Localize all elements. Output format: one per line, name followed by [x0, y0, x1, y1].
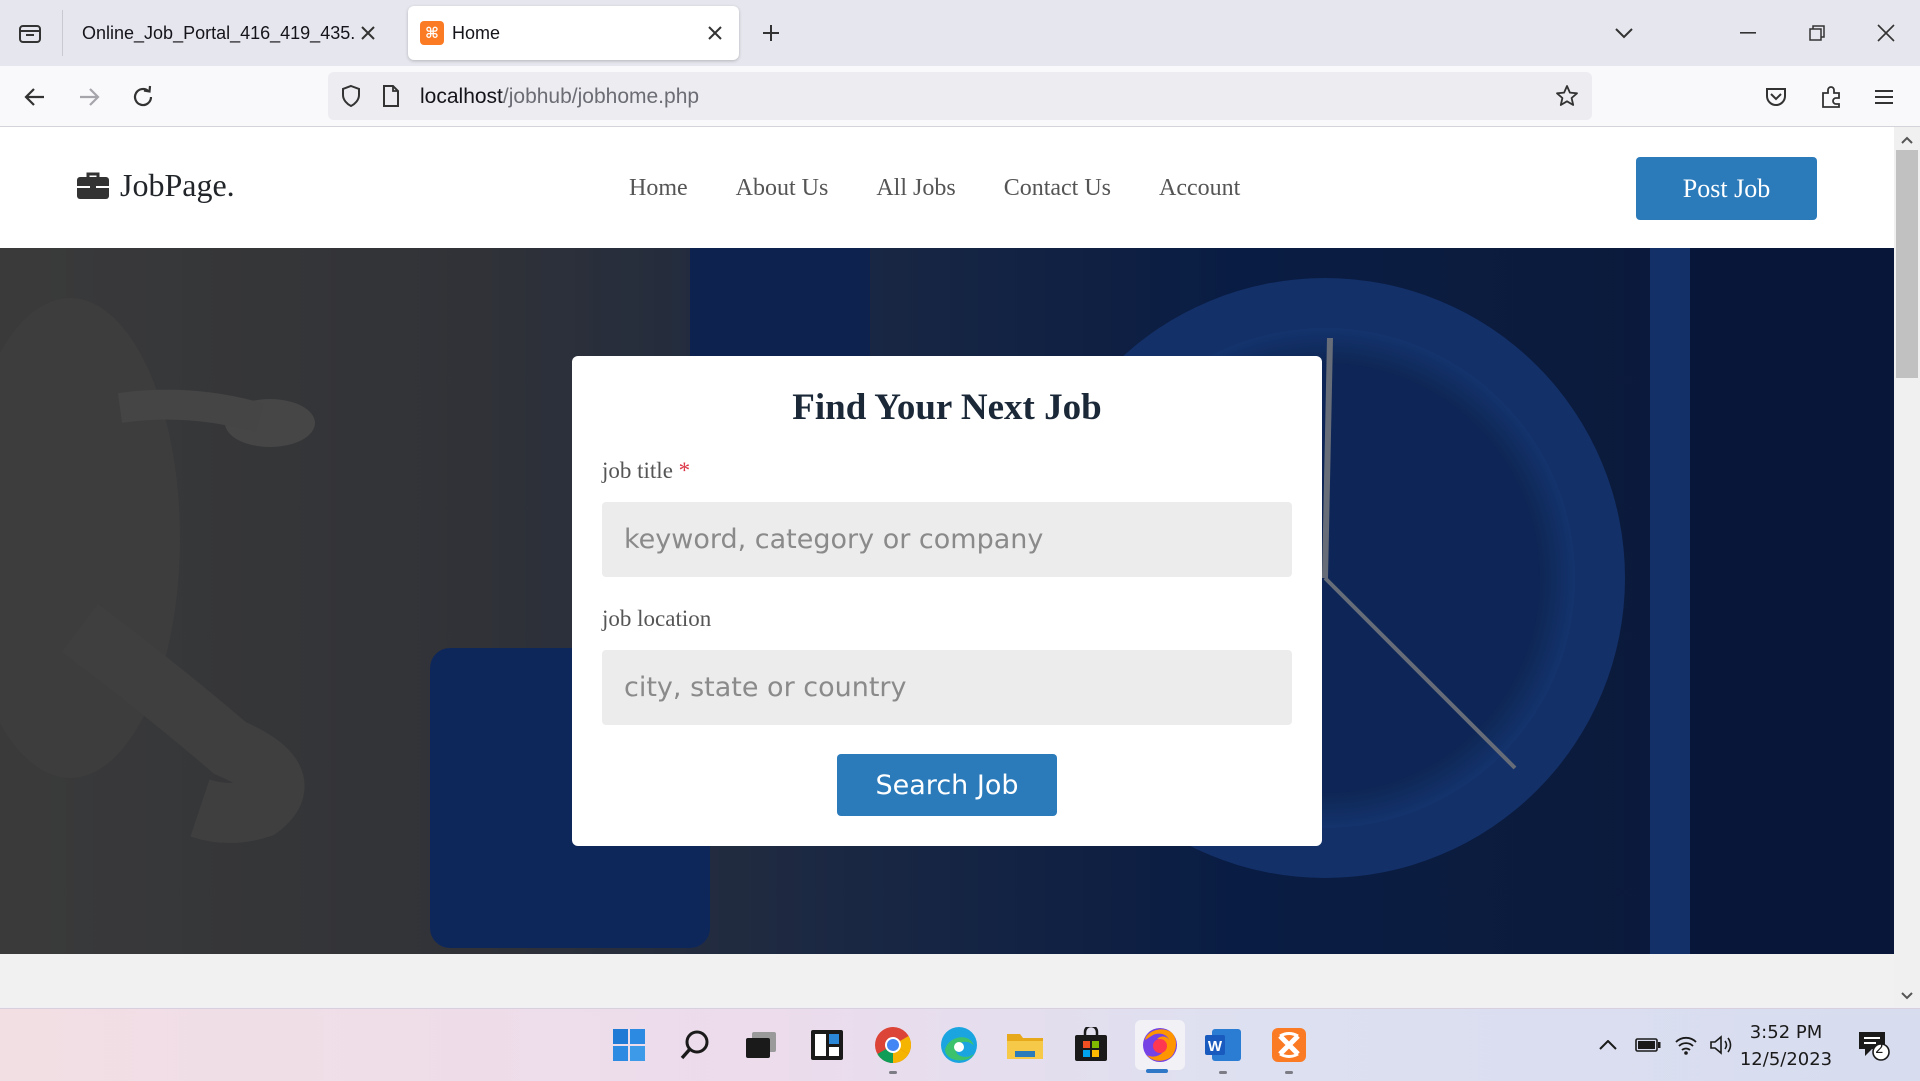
search-icon[interactable] [673, 1023, 717, 1067]
running-indicator [1219, 1071, 1227, 1074]
job-title-label: job title * [602, 458, 690, 484]
url-text[interactable]: localhost/jobhub/jobhome.php [420, 85, 699, 109]
app-menu-hamburger-icon[interactable] [1865, 78, 1903, 116]
show-hidden-icons-chevron-icon[interactable] [1597, 1031, 1619, 1059]
search-job-button[interactable]: Search Job [837, 754, 1057, 816]
word-icon[interactable]: W [1201, 1023, 1245, 1067]
tab-pdf[interactable]: Online_Job_Portal_416_419_435.pdf [66, 6, 392, 60]
job-title-input[interactable] [602, 502, 1292, 577]
nav-all-jobs[interactable]: All Jobs [876, 175, 955, 202]
clock-time: 3:52 PM [1749, 1022, 1823, 1043]
tracking-shield-icon[interactable] [338, 83, 364, 109]
job-search-card: Find Your Next Job job title * job locat… [572, 356, 1322, 846]
forward-arrow-icon[interactable] [70, 78, 108, 116]
tab-home[interactable]: ⌘ Home [408, 6, 739, 60]
active-app-indicator [1146, 1069, 1168, 1073]
briefcase-icon [76, 171, 110, 201]
page-viewport: JobPage. Home About Us All Jobs Contact … [0, 127, 1894, 1007]
start-windows-icon[interactable] [607, 1023, 651, 1067]
nav-home[interactable]: Home [629, 175, 688, 202]
back-arrow-icon[interactable] [16, 78, 54, 116]
tab-list-icon[interactable] [14, 18, 46, 48]
url-host: localhost [420, 85, 503, 108]
new-tab-plus-icon[interactable] [756, 18, 786, 48]
xampp-favicon-icon: ⌘ [420, 21, 444, 45]
brand-name: JobPage. [120, 167, 235, 203]
running-indicator [1285, 1071, 1293, 1074]
scroll-up-arrow-icon[interactable] [1896, 130, 1918, 150]
nav-about-us[interactable]: About Us [736, 175, 829, 202]
scroll-down-arrow-icon[interactable] [1896, 986, 1918, 1006]
svg-text:W: W [1208, 1038, 1223, 1055]
job-title-label-text: job title [602, 458, 673, 483]
close-tab-icon[interactable] [354, 19, 382, 47]
tab-title: Online_Job_Portal_416_419_435.pdf [82, 22, 354, 43]
notification-count-badge: 2 [1875, 1041, 1884, 1057]
firefox-icon[interactable] [1135, 1020, 1185, 1070]
clock-date: 12/5/2023 [1739, 1049, 1833, 1070]
scrollbar-thumb[interactable] [1896, 150, 1918, 378]
site-header: JobPage. Home About Us All Jobs Contact … [0, 127, 1894, 248]
volume-icon[interactable] [1707, 1031, 1737, 1059]
pocket-icon[interactable] [1757, 78, 1795, 116]
reload-icon[interactable] [124, 78, 162, 116]
notifications-icon[interactable]: 2 [1853, 1027, 1893, 1063]
wifi-icon[interactable] [1671, 1031, 1701, 1059]
main-nav: Home About Us All Jobs Contact Us Accoun… [629, 175, 1288, 202]
job-location-input[interactable] [602, 650, 1292, 725]
close-tab-icon[interactable] [701, 19, 729, 47]
address-bar[interactable]: localhost/jobhub/jobhome.php [328, 72, 1592, 120]
battery-icon[interactable] [1633, 1031, 1663, 1059]
restore-icon[interactable] [1797, 14, 1837, 52]
job-location-label: job location [602, 606, 712, 631]
extensions-puzzle-icon[interactable] [1812, 78, 1850, 116]
post-job-button[interactable]: Post Job [1636, 157, 1817, 220]
page-info-icon[interactable] [378, 83, 404, 109]
hero-section: Find Your Next Job job title * job locat… [0, 248, 1894, 954]
running-indicator [889, 1071, 897, 1074]
taskbar-clock[interactable]: 3:52 PM 12/5/2023 [1736, 1019, 1836, 1073]
file-explorer-icon[interactable] [1003, 1023, 1047, 1067]
site-logo[interactable]: JobPage. [76, 167, 235, 204]
bookmark-star-icon[interactable] [1554, 83, 1580, 109]
nav-contact-us[interactable]: Contact Us [1004, 175, 1111, 202]
chrome-icon[interactable] [871, 1023, 915, 1067]
search-card-title: Find Your Next Job [792, 387, 1102, 428]
nav-account[interactable]: Account [1159, 175, 1240, 202]
list-all-tabs-chevron-icon[interactable] [1604, 14, 1644, 52]
url-path: /jobhub/jobhome.php [502, 85, 700, 108]
required-asterisk: * [678, 458, 691, 483]
tab-separator [62, 10, 63, 56]
tab-title: Home [452, 22, 501, 43]
edge-icon[interactable] [937, 1023, 981, 1067]
browser-tab-bar: Online_Job_Portal_416_419_435.pdf ⌘ Home [0, 0, 1920, 66]
windows-taskbar: W 3:52 PM 12/5/2023 2 [0, 1008, 1920, 1081]
widgets-icon[interactable] [805, 1023, 849, 1067]
microsoft-store-icon[interactable] [1069, 1023, 1113, 1067]
minimize-icon[interactable] [1728, 14, 1768, 52]
browser-navigation-bar: localhost/jobhub/jobhome.php [0, 66, 1920, 127]
close-window-icon[interactable] [1866, 14, 1906, 52]
task-view-icon[interactable] [739, 1023, 783, 1067]
xampp-icon[interactable] [1267, 1023, 1311, 1067]
